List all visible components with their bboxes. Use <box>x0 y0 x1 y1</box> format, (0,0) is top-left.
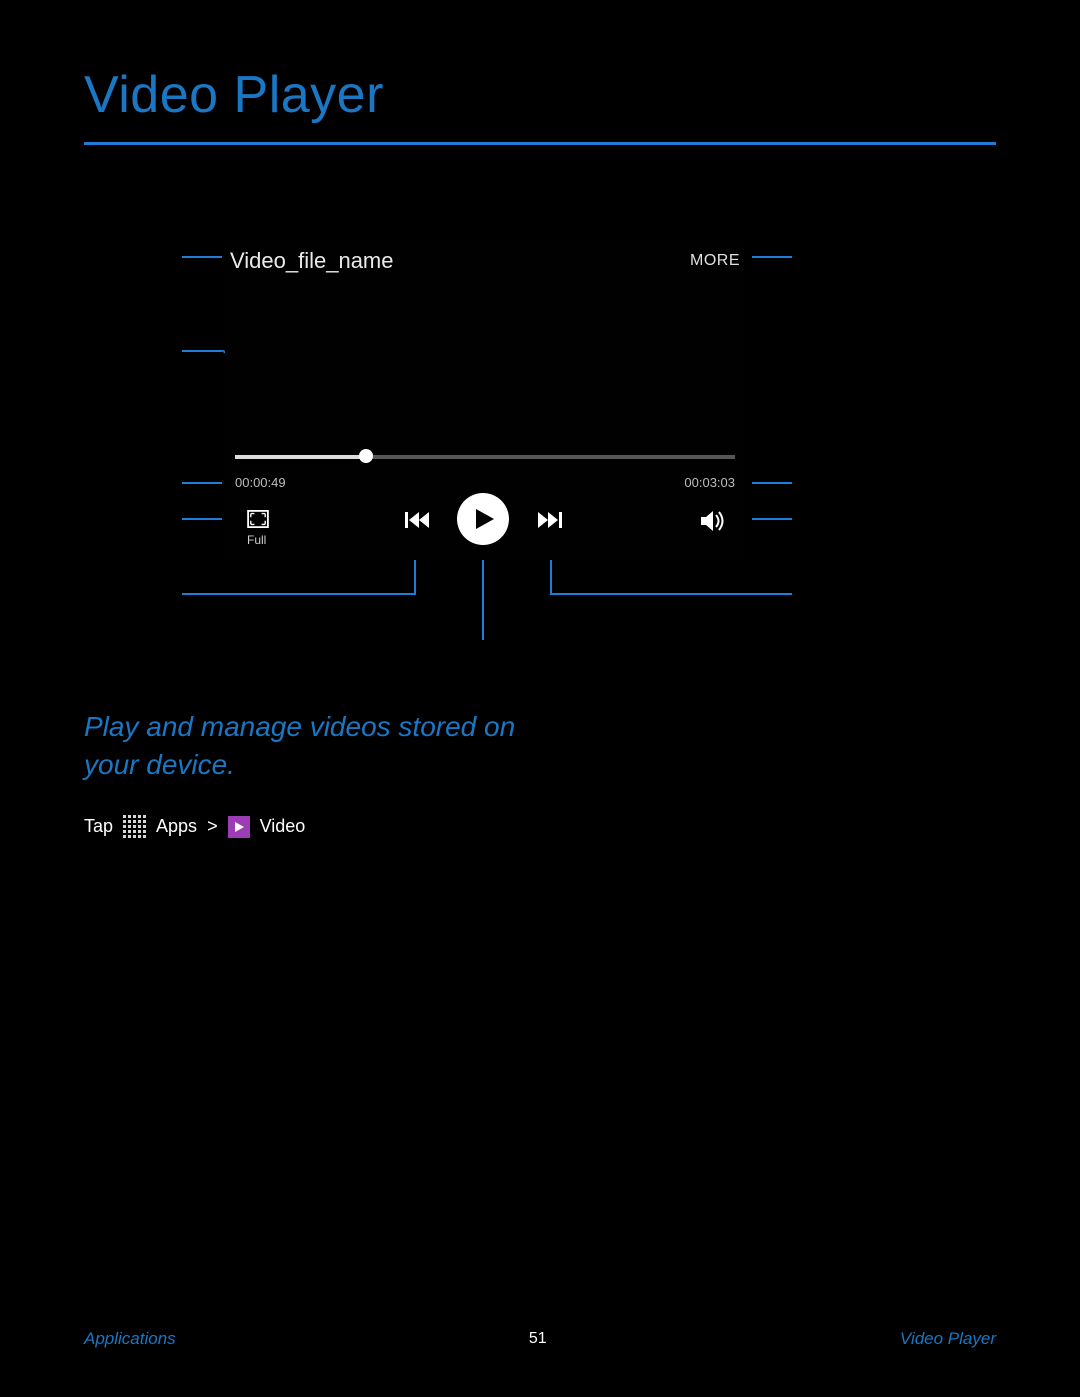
footer-left: Applications <box>84 1329 176 1349</box>
play-button[interactable] <box>457 493 509 545</box>
callout-line <box>482 560 484 640</box>
progress-fill <box>235 455 365 459</box>
callout-line <box>182 256 222 258</box>
instruction-separator: > <box>207 816 218 837</box>
callout-line <box>182 482 222 484</box>
callout-line <box>550 593 792 595</box>
callout-line <box>752 518 792 520</box>
instruction-prefix: Tap <box>84 816 113 837</box>
page-description: Play and manage videos stored on your de… <box>84 708 564 784</box>
callout-line <box>752 256 792 258</box>
page-title: Video Player <box>84 65 384 125</box>
apps-label: Apps <box>156 816 197 837</box>
callout-line <box>752 482 792 484</box>
fullscreen-icon[interactable] <box>247 510 269 533</box>
page-footer: Applications 51 Video Player <box>84 1329 996 1349</box>
instruction-row: Tap Apps > Video <box>84 815 305 838</box>
callout-line <box>182 518 222 520</box>
more-button[interactable]: MORE <box>690 252 740 270</box>
video-app-icon[interactable] <box>228 816 250 838</box>
callout-line <box>182 593 416 595</box>
video-file-name: Video_file_name <box>230 248 394 274</box>
volume-icon[interactable] <box>701 510 725 537</box>
previous-icon[interactable] <box>405 510 429 535</box>
callout-line <box>182 350 222 352</box>
video-player-screenshot: Video_file_name MORE 00:00:49 00:03:03 F… <box>225 240 745 560</box>
footer-right: Video Player <box>900 1329 996 1349</box>
next-icon[interactable] <box>538 510 562 535</box>
title-divider <box>84 142 996 145</box>
time-total: 00:03:03 <box>684 475 735 490</box>
time-elapsed: 00:00:49 <box>235 475 286 490</box>
fullscreen-label: Full <box>247 533 266 547</box>
footer-page-number: 51 <box>529 1330 547 1348</box>
apps-icon[interactable] <box>123 815 146 838</box>
progress-track[interactable] <box>235 455 735 459</box>
progress-knob[interactable] <box>359 449 373 463</box>
video-label: Video <box>260 816 306 837</box>
